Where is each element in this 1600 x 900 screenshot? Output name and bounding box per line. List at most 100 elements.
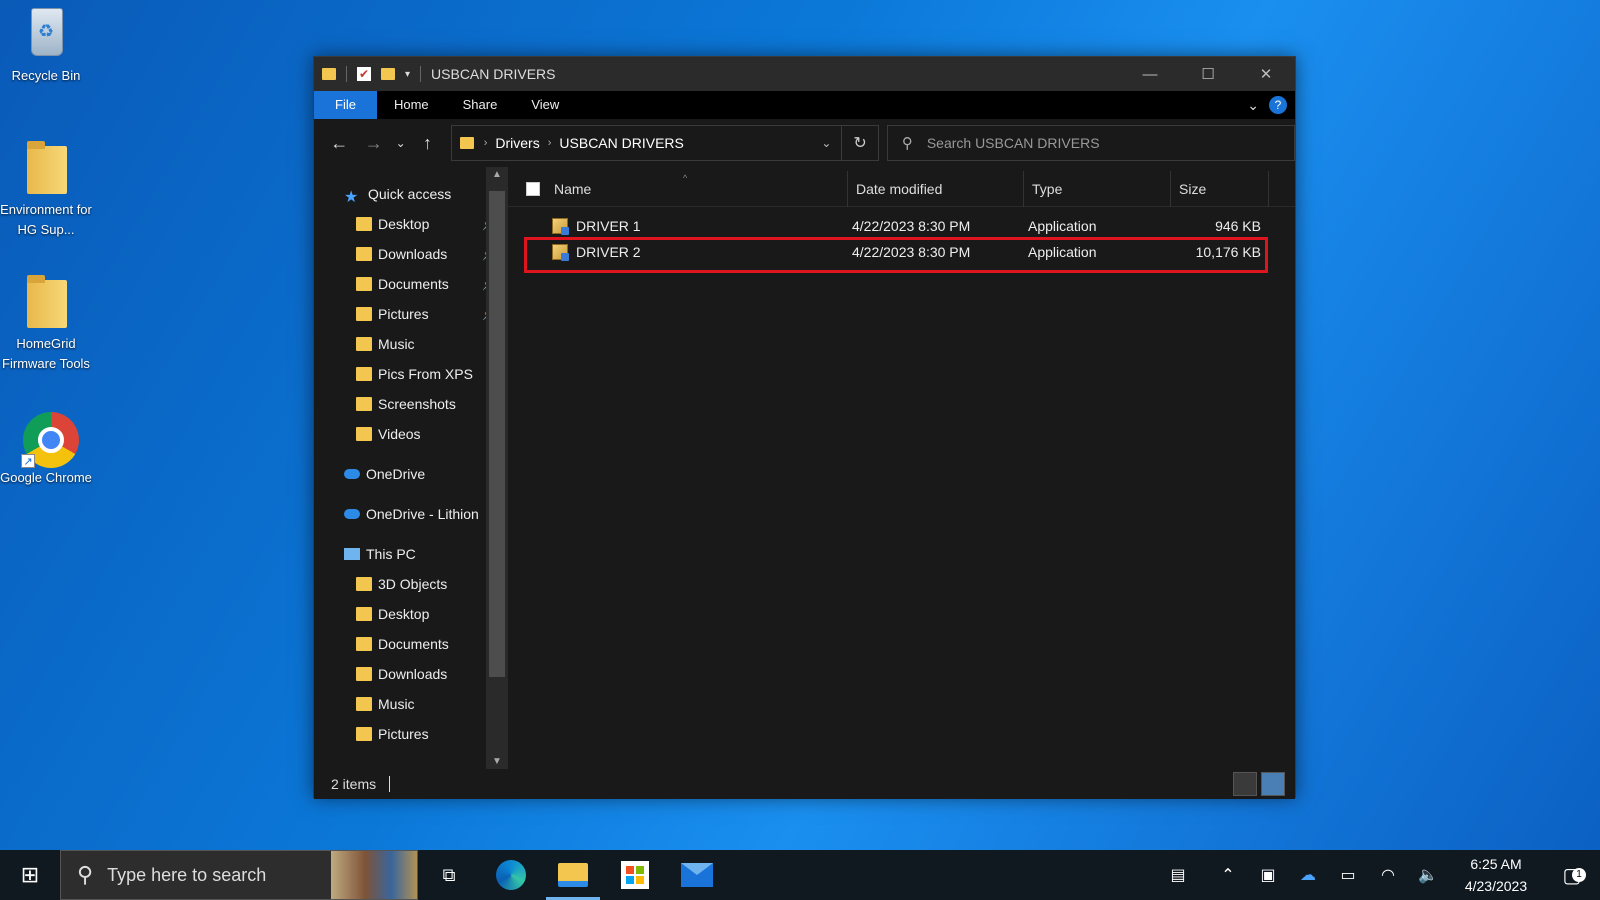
desktop-icon-label: Google Chrome <box>0 470 92 485</box>
shortcut-arrow-icon: ↗ <box>21 454 35 468</box>
battery-icon[interactable]: ▭ <box>1328 865 1368 885</box>
address-dropdown-icon[interactable]: ⌄ <box>811 136 841 150</box>
column-header-type[interactable]: Type <box>1024 170 1171 207</box>
tab-file[interactable]: File <box>314 91 377 119</box>
nav-label: Downloads <box>378 666 448 682</box>
navigation-pane: ★ Quick access Desktop 📌 Downloads 📌 Doc… <box>314 167 508 769</box>
maximize-button[interactable]: ☐ <box>1179 57 1237 91</box>
clock[interactable]: 6:25 AM 4/23/2023 <box>1448 853 1544 897</box>
file-row-driver-1[interactable]: DRIVER 1 4/22/2023 8:30 PM Application 9… <box>508 213 1295 239</box>
tab-share[interactable]: Share <box>446 91 515 119</box>
folder-icon <box>27 275 67 328</box>
taskbar-edge[interactable] <box>480 850 542 900</box>
column-header-name[interactable]: Name <box>554 170 848 207</box>
file-explorer-window: ✔ ▾ USBCAN DRIVERS — ☐ ✕ File Home Share… <box>313 56 1296 799</box>
folder-icon <box>27 141 67 194</box>
scroll-up-icon[interactable]: ▲ <box>486 169 508 180</box>
store-icon <box>621 861 649 889</box>
search-icon: ⚲ <box>901 135 913 152</box>
status-bar: 2 items <box>314 769 1295 799</box>
column-header-size[interactable]: Size <box>1171 170 1269 207</box>
scroll-down-icon[interactable]: ▼ <box>486 756 508 767</box>
nav-item-pc-desktop[interactable]: Desktop <box>314 599 508 629</box>
task-view-button[interactable]: ⧉ <box>418 850 480 900</box>
taskbar-search-box[interactable]: ⚲ Type here to search <box>60 850 418 900</box>
taskbar-store[interactable] <box>604 850 666 900</box>
breadcrumb-drivers[interactable]: Drivers <box>495 135 539 151</box>
large-icons-view-icon[interactable] <box>1261 772 1285 796</box>
nav-label: Downloads <box>378 246 448 262</box>
nav-onedrive[interactable]: OneDrive <box>314 459 508 489</box>
notification-badge: 1 <box>1572 867 1586 882</box>
scrollbar-thumb[interactable] <box>489 191 505 677</box>
back-button[interactable]: ← <box>322 133 357 154</box>
wifi-icon[interactable]: ◠ <box>1368 865 1408 885</box>
nav-item-pc-pictures[interactable]: Pictures <box>314 719 508 749</box>
tab-view[interactable]: View <box>514 91 576 119</box>
up-button[interactable]: ↑ <box>410 133 445 154</box>
nav-item-documents[interactable]: Documents 📌 <box>314 269 508 299</box>
column-headers: Name ^ Date modified Type Size <box>508 170 1295 207</box>
nav-item-pictures[interactable]: Pictures 📌 <box>314 299 508 329</box>
close-button[interactable]: ✕ <box>1237 57 1295 91</box>
nav-label: Screenshots <box>378 396 456 412</box>
nav-item-pc-music[interactable]: Music <box>314 689 508 719</box>
date: 4/23/2023 <box>1464 878 1528 894</box>
downloads-folder-icon <box>356 247 372 261</box>
customize-toolbar-icon[interactable]: ▾ <box>405 69 410 80</box>
news-widget-icon[interactable]: ▤ <box>1148 865 1208 885</box>
desktop-icon-homegrid-tools[interactable]: HomeGrid Firmware Tools <box>0 274 92 374</box>
nav-quick-access[interactable]: ★ Quick access <box>314 179 508 209</box>
nav-item-music[interactable]: Music <box>314 329 508 359</box>
new-folder-icon[interactable] <box>381 68 395 80</box>
details-view-icon[interactable] <box>1233 772 1257 796</box>
meet-now-icon[interactable]: ▣ <box>1248 865 1288 885</box>
volume-icon[interactable]: 🔈 <box>1408 865 1448 885</box>
show-hidden-icons-chevron-icon[interactable]: ⌃ <box>1208 865 1248 885</box>
select-all-checkbox[interactable] <box>526 181 540 196</box>
nav-label: Documents <box>378 636 449 652</box>
taskbar-mail[interactable] <box>666 850 728 900</box>
recent-locations-button[interactable]: ⌄ <box>391 136 410 150</box>
minimize-button[interactable]: — <box>1121 57 1179 91</box>
taskbar-search-placeholder: Type here to search <box>107 864 267 885</box>
desktop-icon-recycle-bin[interactable]: Recycle Bin <box>0 6 92 86</box>
nav-item-desktop[interactable]: Desktop 📌 <box>314 209 508 239</box>
tab-home[interactable]: Home <box>377 91 446 119</box>
nav-label: Desktop <box>378 216 430 232</box>
start-button[interactable]: ⊞ <box>0 850 60 900</box>
address-bar[interactable]: › Drivers › USBCAN DRIVERS ⌄ <box>450 125 843 161</box>
nav-label: OneDrive - Lithion <box>366 506 479 522</box>
nav-onedrive-lithion[interactable]: OneDrive - Lithion <box>314 499 508 529</box>
nav-pane-scrollbar[interactable]: ▲ ▼ <box>486 167 508 769</box>
expand-ribbon-icon[interactable]: ⌄ <box>1247 97 1259 114</box>
help-icon[interactable]: ? <box>1269 96 1287 114</box>
pictures-folder-icon <box>356 307 372 321</box>
search-input[interactable]: ⚲ Search USBCAN DRIVERS <box>886 125 1295 161</box>
pictures-folder-icon <box>356 727 372 741</box>
nav-label: Pics From XPS <box>378 366 473 382</box>
properties-icon[interactable]: ✔ <box>357 67 371 81</box>
title-bar: ✔ ▾ USBCAN DRIVERS — ☐ ✕ <box>314 57 1295 91</box>
nav-item-pc-downloads[interactable]: Downloads <box>314 659 508 689</box>
onedrive-cloud-icon[interactable]: ☁ <box>1288 865 1328 885</box>
forward-button[interactable]: → <box>357 133 392 154</box>
red-highlight-box <box>524 237 1268 273</box>
nav-item-downloads[interactable]: Downloads 📌 <box>314 239 508 269</box>
nav-label: Music <box>378 336 415 352</box>
nav-item-screenshots[interactable]: Screenshots <box>314 389 508 419</box>
taskbar-file-explorer[interactable] <box>542 850 604 900</box>
refresh-button[interactable]: ↻ <box>842 125 879 161</box>
desktop-icon-google-chrome[interactable]: ↗ Google Chrome <box>0 408 92 488</box>
nav-item-pc-documents[interactable]: Documents <box>314 629 508 659</box>
nav-item-pics-from-xps[interactable]: Pics From XPS <box>314 359 508 389</box>
desktop-icon-label: Recycle Bin <box>11 68 81 83</box>
nav-this-pc[interactable]: This PC <box>314 539 508 569</box>
notification-center-icon[interactable]: ▢1 <box>1544 863 1600 888</box>
breadcrumb-usbcan-drivers[interactable]: USBCAN DRIVERS <box>559 135 683 151</box>
desktop-icon-environment[interactable]: Environment for HG Sup... <box>0 140 92 240</box>
desktop-icon-label: HomeGrid Firmware Tools <box>2 336 90 371</box>
nav-item-videos[interactable]: Videos <box>314 419 508 449</box>
column-header-date[interactable]: Date modified <box>848 170 1024 207</box>
nav-item-3d-objects[interactable]: 3D Objects <box>314 569 508 599</box>
